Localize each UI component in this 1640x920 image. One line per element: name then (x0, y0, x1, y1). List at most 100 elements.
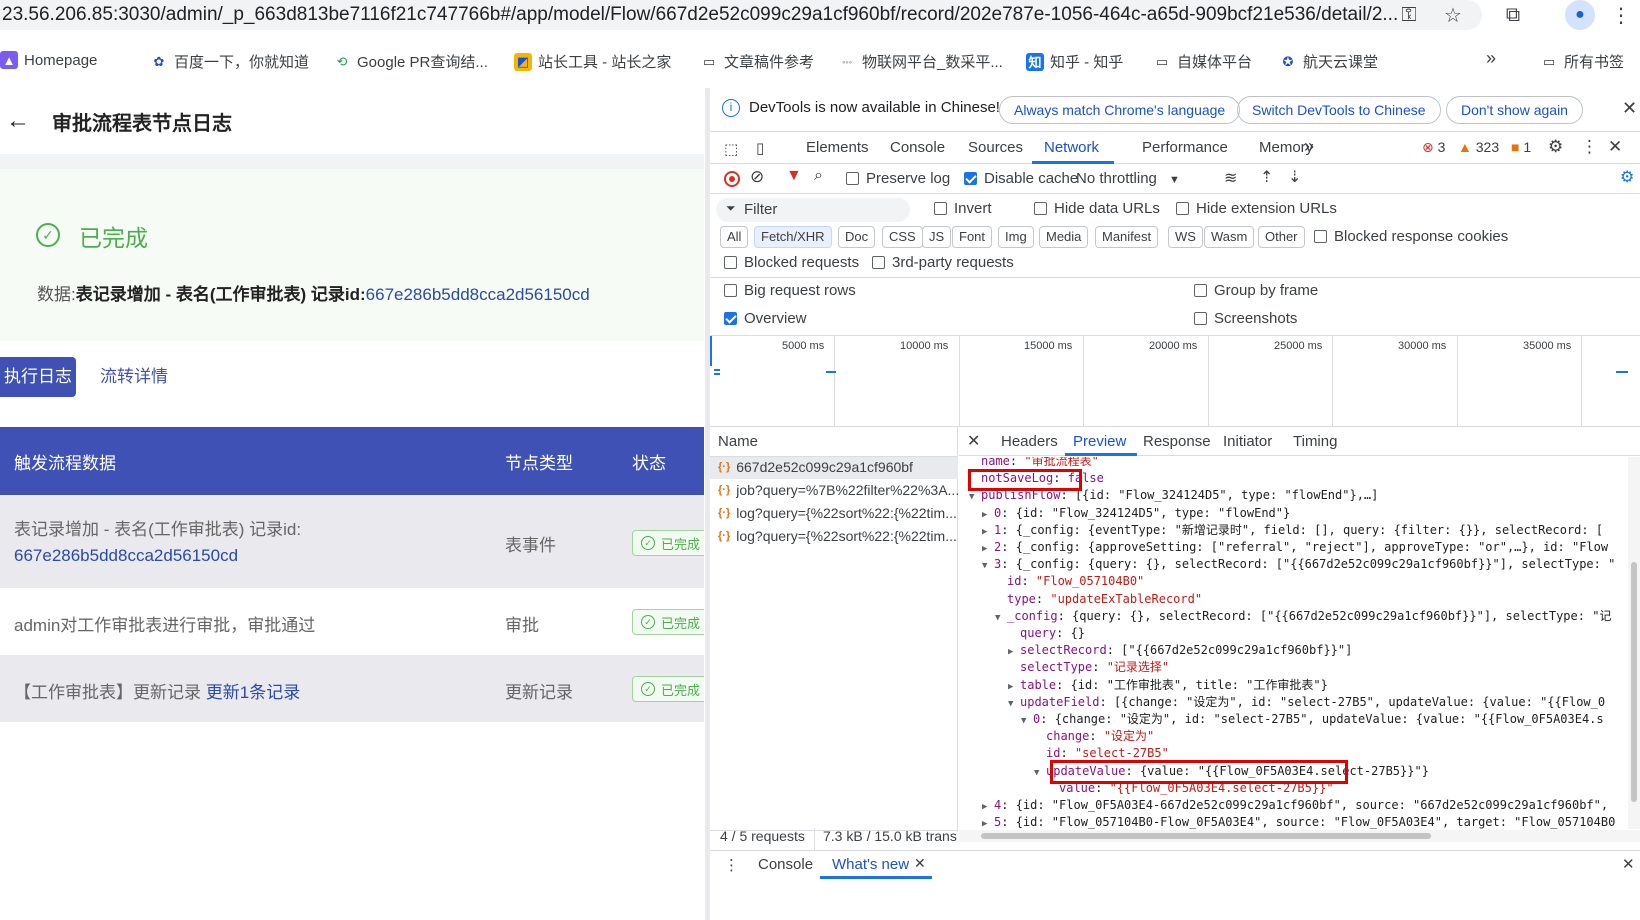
hide-data-urls-checkbox[interactable]: Hide data URLs (1034, 200, 1160, 217)
collapsed-triangle-icon[interactable]: ▶ (982, 816, 994, 829)
tab-elements[interactable]: Elements (806, 136, 869, 160)
tab-timing[interactable]: Timing (1293, 433, 1337, 450)
close-tab-icon[interactable]: ✕ (914, 855, 926, 872)
bookmark-hangtian[interactable]: ✪ 航天云课堂 (1279, 51, 1378, 72)
extensions-icon[interactable]: ⧉ (1500, 2, 1526, 28)
request-row[interactable]: {·} log?query={%22sort%22:{%22tim... (718, 528, 957, 544)
bookmark-folder-media[interactable]: ▭ 自媒体平台 (1153, 51, 1252, 72)
chip-other[interactable]: Other (1258, 226, 1305, 248)
tab-preview[interactable]: Preview (1073, 433, 1126, 450)
search-icon[interactable]: ⌕ (814, 167, 823, 185)
inspect-icon[interactable]: ⬚ (724, 140, 738, 158)
expanded-triangle-icon[interactable]: ▼ (1034, 765, 1046, 782)
chip-font[interactable]: Font (952, 226, 993, 248)
chip-js[interactable]: JS (922, 226, 952, 248)
record-link[interactable]: 667e286b5dd8cca2d56150cd (14, 546, 238, 565)
disable-cache-checkbox[interactable]: Disable cache (964, 170, 1078, 187)
expanded-triangle-icon[interactable]: ▼ (995, 610, 1007, 627)
name-column-header[interactable]: Name (718, 433, 758, 450)
chip-ws[interactable]: WS (1168, 226, 1203, 248)
settings-gear-icon[interactable]: ⚙ (1548, 137, 1563, 157)
tab-execution-log[interactable]: 执行日志 (0, 357, 76, 397)
switch-chinese-button[interactable]: Switch DevTools to Chinese (1237, 96, 1441, 124)
preserve-log-checkbox[interactable]: Preserve log (846, 170, 950, 187)
clear-icon[interactable]: ⊘ (750, 167, 764, 187)
bookmark-homepage[interactable]: ▲ Homepage (0, 51, 97, 69)
record-icon[interactable] (724, 171, 740, 187)
group-by-frame-checkbox[interactable]: Group by frame (1194, 282, 1318, 299)
chip-all[interactable]: All (720, 226, 749, 248)
device-toggle-icon[interactable]: ▯ (756, 139, 764, 157)
timeline-overview[interactable]: 5000 ms 10000 ms 15000 ms 20000 ms 25000… (710, 336, 1640, 426)
screenshots-checkbox[interactable]: Screenshots (1194, 310, 1297, 327)
expanded-triangle-icon[interactable]: ▼ (969, 489, 981, 506)
all-bookmarks[interactable]: ▭ 所有书签 (1540, 51, 1624, 72)
back-arrow-icon[interactable]: ← (6, 107, 36, 135)
network-conditions-icon[interactable]: ≋ (1224, 168, 1237, 188)
collapsed-triangle-icon[interactable]: ▶ (1008, 644, 1020, 661)
filter-funnel-icon[interactable]: ▼ (786, 167, 802, 185)
filter-input[interactable]: Filter (716, 198, 910, 222)
expanded-triangle-icon[interactable]: ▼ (982, 558, 994, 575)
drawer-tab-whats-new[interactable]: What's new (832, 856, 909, 873)
scrollbar-vertical[interactable] (1628, 457, 1640, 829)
table-row[interactable]: 【工作审批表】更新记录 更新1条记录 更新记录 ✓ 已完成 (0, 655, 704, 722)
chip-manifest[interactable]: Manifest (1095, 226, 1159, 248)
bookmark-baidu[interactable]: ✿ 百度一下，你就知道 (150, 51, 309, 72)
request-row[interactable]: {·} job?query=%7B%22filter%22%3A... (718, 482, 959, 498)
network-settings-icon[interactable]: ⚙ (1620, 167, 1634, 187)
scrollbar-horizontal[interactable] (959, 830, 1640, 842)
throttling-select[interactable]: No throttling ▼ (1076, 170, 1180, 187)
profile-avatar[interactable]: ● (1565, 0, 1595, 30)
overview-checkbox[interactable]: Overview (724, 310, 807, 327)
bookmark-google-pr[interactable]: ⟲ Google PR查询结... (333, 51, 488, 72)
bookmark-zhihu[interactable]: 知知乎 - 知乎 (1026, 51, 1123, 72)
match-language-button[interactable]: Always match Chrome's language (999, 96, 1241, 124)
close-devtools-icon[interactable]: ✕ (1608, 137, 1622, 157)
drawer-menu-icon[interactable]: ⋮ (724, 856, 739, 874)
update-link[interactable]: 更新1条记录 (206, 683, 300, 702)
errors-count[interactable]: ⊗ 3 (1422, 139, 1445, 156)
third-party-checkbox[interactable]: 3rd-party requests (872, 254, 1014, 271)
export-icon[interactable]: ⇣ (1288, 167, 1301, 187)
tab-initiator[interactable]: Initiator (1223, 433, 1272, 450)
tab-flow-details[interactable]: 流转详情 (100, 357, 168, 397)
request-row[interactable]: {·} 667d2e52c099c29a1cf960bf (718, 459, 913, 475)
blocked-requests-checkbox[interactable]: Blocked requests (724, 254, 859, 271)
tab-performance[interactable]: Performance (1142, 136, 1228, 160)
tab-sources[interactable]: Sources (968, 136, 1023, 160)
chip-media[interactable]: Media (1039, 226, 1089, 248)
more-bookmarks-button[interactable]: » (1486, 48, 1496, 69)
blocked-cookies-checkbox[interactable]: Blocked response cookies (1314, 228, 1508, 245)
bookmark-chinaz[interactable]: ◩ 站长工具 - 站长之家 (514, 51, 671, 72)
close-drawer-icon[interactable]: ✕ (1622, 855, 1635, 873)
chip-css[interactable]: CSS (882, 226, 923, 248)
hide-extension-urls-checkbox[interactable]: Hide extension URLs (1176, 200, 1337, 217)
big-request-rows-checkbox[interactable]: Big request rows (724, 282, 856, 299)
tab-headers[interactable]: Headers (1001, 433, 1058, 450)
invert-checkbox[interactable]: Invert (934, 200, 992, 217)
warnings-count[interactable]: ▲ 323 (1458, 139, 1499, 155)
chip-img[interactable]: Img (998, 226, 1034, 248)
star-icon[interactable]: ☆ (1440, 2, 1466, 28)
chip-fetch-xhr[interactable]: Fetch/XHR (754, 226, 832, 248)
url-text[interactable]: 23.56.206.85:3030/admin/_p_663d813be7116… (0, 0, 1482, 30)
tab-response[interactable]: Response (1143, 433, 1211, 450)
kebab-menu-icon[interactable]: ⋮ (1581, 137, 1598, 157)
tab-network[interactable]: Network (1044, 136, 1099, 160)
json-line[interactable]: ▼ _config: {query: {}, selectRecord: ["{{… (995, 608, 1611, 627)
key-icon[interactable]: ⚿ (1396, 2, 1422, 28)
chip-wasm[interactable]: Wasm (1204, 226, 1255, 248)
expanded-triangle-icon[interactable]: ▼ (1008, 696, 1020, 713)
chip-doc[interactable]: Doc (838, 226, 876, 248)
menu-icon[interactable]: ⋮ (1608, 2, 1634, 28)
close-detail-icon[interactable]: ✕ (967, 431, 980, 451)
request-row[interactable]: {·} log?query={%22sort%22:{%22tim... (718, 505, 957, 521)
drawer-tab-console[interactable]: Console (758, 856, 813, 873)
table-row[interactable]: admin对工作审批表进行审批，审批通过 审批 ✓ 已完成 (0, 588, 704, 655)
bookmark-folder-articles[interactable]: ▭ 文章稿件参考 (700, 51, 814, 72)
dont-show-again-button[interactable]: Don't show again (1446, 96, 1583, 124)
bookmark-iot[interactable]: ◦◦◦ 物联网平台_数采平... (838, 51, 1003, 72)
expanded-triangle-icon[interactable]: ▼ (1021, 713, 1033, 730)
json-line[interactable]: ▶ 5: {id: "Flow_057104B0-Flow_0F5A03E4", … (982, 814, 1615, 829)
